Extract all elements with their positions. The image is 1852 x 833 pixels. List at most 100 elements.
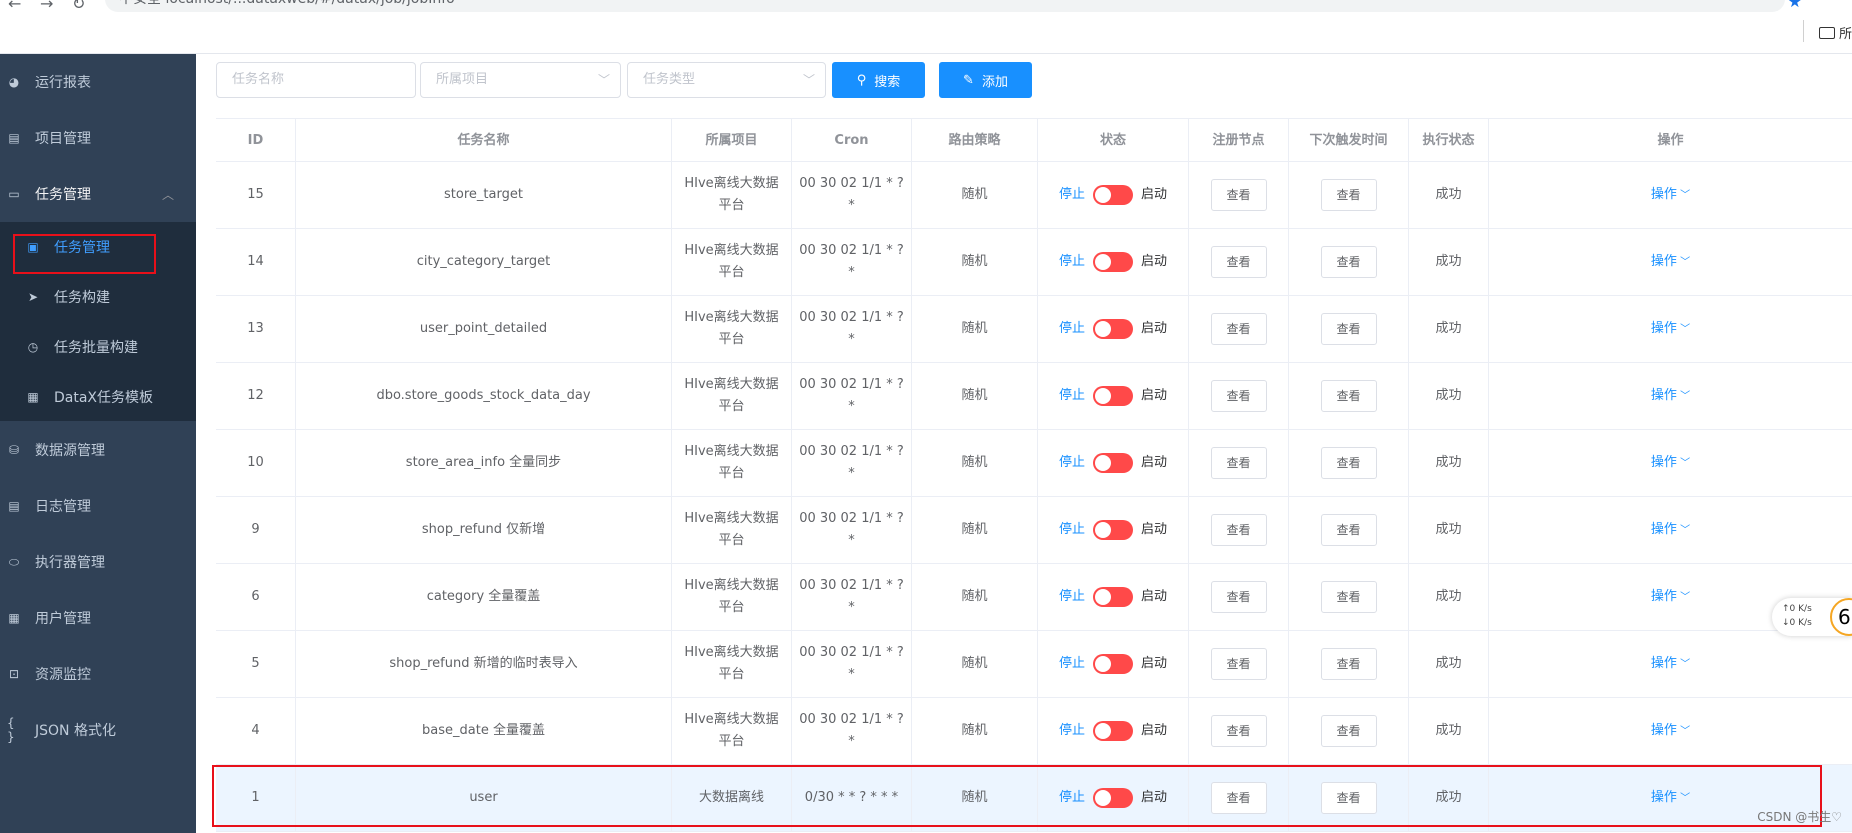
actions-dropdown[interactable]: 操作 ﹀ — [1651, 184, 1690, 207]
cell-project-text: HIve离线大数据平台 — [684, 176, 779, 213]
actions-dropdown[interactable]: 操作 ﹀ — [1651, 452, 1690, 475]
actions-dropdown[interactable]: 操作 ﹀ — [1651, 653, 1690, 676]
cell-route-text: 随机 — [961, 455, 988, 470]
toggle-knob — [1095, 321, 1111, 337]
sidebar-item-log[interactable]: ▤ 日志管理 — [0, 478, 196, 534]
submenu-item-template[interactable]: ▦ DataX任务模板 — [0, 372, 196, 422]
view-next-trigger-button[interactable]: 查看 — [1320, 514, 1377, 546]
stop-label[interactable]: 停止 — [1059, 184, 1085, 206]
search-button[interactable]: ⚲ 搜索 — [832, 62, 925, 98]
start-label[interactable]: 启动 — [1141, 519, 1167, 541]
cell-project-text: HIve离线大数据平台 — [684, 578, 779, 615]
bookmark-folder[interactable]: 所 — [1818, 23, 1852, 42]
stop-label[interactable]: 停止 — [1059, 586, 1085, 608]
cell-id: 4 — [216, 698, 296, 764]
stop-label[interactable]: 停止 — [1059, 720, 1085, 742]
status-toggle[interactable] — [1093, 721, 1133, 741]
sidebar-item-user[interactable]: ▦ 用户管理 — [0, 590, 196, 646]
cell-exec-status-text: 成功 — [1435, 254, 1462, 269]
status-toggle[interactable] — [1093, 654, 1133, 674]
view-next-trigger-button[interactable]: 查看 — [1320, 447, 1377, 479]
task-type-select[interactable]: 任务类型 ﹀ — [627, 62, 826, 98]
status-toggle[interactable] — [1093, 319, 1133, 339]
cell-project: HIve离线大数据平台 — [672, 363, 792, 429]
stop-label[interactable]: 停止 — [1059, 519, 1085, 541]
view-node-button[interactable]: 查看 — [1210, 715, 1267, 747]
actions-dropdown[interactable]: 操作 ﹀ — [1651, 251, 1690, 274]
actions-label: 操作 — [1650, 655, 1677, 671]
actions-label: 操作 — [1650, 722, 1677, 738]
start-label[interactable]: 启动 — [1141, 586, 1167, 608]
stop-label[interactable]: 停止 — [1059, 251, 1085, 273]
status-toggle[interactable] — [1093, 386, 1133, 406]
sidebar-item-monitor[interactable]: ⊡ 资源监控 — [0, 646, 196, 702]
status-toggle[interactable] — [1093, 453, 1133, 473]
address-bar[interactable]: 不安全 localhost/...dataxweb/#/datax/job/jo… — [105, 0, 1785, 12]
cell-route: 随机 — [912, 296, 1038, 362]
task-name-input[interactable]: 任务名称 — [216, 62, 416, 98]
cell-project-text: HIve离线大数据平台 — [684, 645, 779, 682]
toggle-knob — [1095, 589, 1111, 605]
view-node-button[interactable]: 查看 — [1210, 246, 1267, 278]
forward-icon[interactable]: → — [40, 0, 53, 13]
cell-id-text: 10 — [247, 455, 264, 470]
add-button[interactable]: ✎ 添加 — [939, 62, 1032, 98]
stop-label[interactable]: 停止 — [1059, 452, 1085, 474]
start-label[interactable]: 启动 — [1141, 653, 1167, 675]
view-node-button[interactable]: 查看 — [1210, 179, 1267, 211]
view-next-trigger-button[interactable]: 查看 — [1320, 179, 1377, 211]
view-next-trigger-button[interactable]: 查看 — [1320, 648, 1377, 680]
view-next-trigger-button[interactable]: 查看 — [1320, 246, 1377, 278]
project-select[interactable]: 所属项目 ﹀ — [420, 62, 621, 98]
actions-dropdown[interactable]: 操作 ﹀ — [1651, 586, 1690, 609]
cell-exec-status-text: 成功 — [1435, 522, 1462, 537]
actions-dropdown[interactable]: 操作 ﹀ — [1651, 385, 1690, 408]
network-speed-widget[interactable]: ↑0 K/s ↓0 K/s 60 — [1772, 598, 1852, 636]
view-node-button[interactable]: 查看 — [1210, 514, 1267, 546]
sidebar-item-task[interactable]: ▭ 任务管理 ︿ — [0, 166, 196, 222]
cell-exec-status: 成功 — [1409, 631, 1489, 697]
view-node-button[interactable]: 查看 — [1210, 581, 1267, 613]
submenu-item-task-build[interactable]: ➤ 任务构建 — [0, 272, 196, 322]
sidebar-item-executor[interactable]: ⬭ 执行器管理 — [0, 534, 196, 590]
back-icon[interactable]: ← — [8, 0, 21, 13]
actions-dropdown[interactable]: 操作 ﹀ — [1651, 519, 1690, 542]
view-next-trigger-button[interactable]: 查看 — [1320, 380, 1377, 412]
start-label[interactable]: 启动 — [1141, 385, 1167, 407]
stop-label[interactable]: 停止 — [1059, 653, 1085, 675]
view-node-button[interactable]: 查看 — [1210, 648, 1267, 680]
view-node-button[interactable]: 查看 — [1210, 313, 1267, 345]
start-label[interactable]: 启动 — [1141, 184, 1167, 206]
submenu-item-batch-build[interactable]: ◷ 任务批量构建 — [0, 322, 196, 372]
cell-name-text: user_point_detailed — [419, 321, 548, 336]
bookmark-star-icon[interactable]: ★ — [1788, 0, 1802, 11]
start-label[interactable]: 启动 — [1141, 452, 1167, 474]
view-next-trigger-button[interactable]: 查看 — [1320, 715, 1377, 747]
sidebar-item-json[interactable]: { } JSON 格式化 — [0, 702, 196, 758]
stop-label[interactable]: 停止 — [1059, 318, 1085, 340]
sidebar-item-datasource[interactable]: ⛁ 数据源管理 — [0, 422, 196, 478]
start-label[interactable]: 启动 — [1141, 318, 1167, 340]
actions-dropdown[interactable]: 操作 ﹀ — [1651, 318, 1690, 341]
cell-route: 随机 — [912, 430, 1038, 496]
sidebar-item-dashboard[interactable]: ◕ 运行报表 — [0, 54, 196, 110]
reload-icon[interactable]: ↻ — [72, 0, 85, 13]
view-next-trigger-button[interactable]: 查看 — [1320, 581, 1377, 613]
actions-dropdown[interactable]: 操作 ﹀ — [1651, 720, 1690, 743]
view-node-button[interactable]: 查看 — [1210, 380, 1267, 412]
status-toggle[interactable] — [1093, 520, 1133, 540]
stop-label[interactable]: 停止 — [1059, 385, 1085, 407]
cell-name: user_point_detailed — [296, 296, 672, 362]
cell-id: 10 — [216, 430, 296, 496]
status-toggle[interactable] — [1093, 252, 1133, 272]
status-toggle[interactable] — [1093, 185, 1133, 205]
sidebar-item-project[interactable]: ▤ 项目管理 — [0, 110, 196, 166]
view-next-trigger-button[interactable]: 查看 — [1320, 313, 1377, 345]
cell-id: 15 — [216, 162, 296, 228]
start-label[interactable]: 启动 — [1141, 251, 1167, 273]
status-toggle[interactable] — [1093, 587, 1133, 607]
view-node-button[interactable]: 查看 — [1210, 447, 1267, 479]
start-label[interactable]: 启动 — [1141, 720, 1167, 742]
cell-cron: 00 30 02 1/1 * ? * — [792, 698, 912, 764]
cell-route: 随机 — [912, 631, 1038, 697]
